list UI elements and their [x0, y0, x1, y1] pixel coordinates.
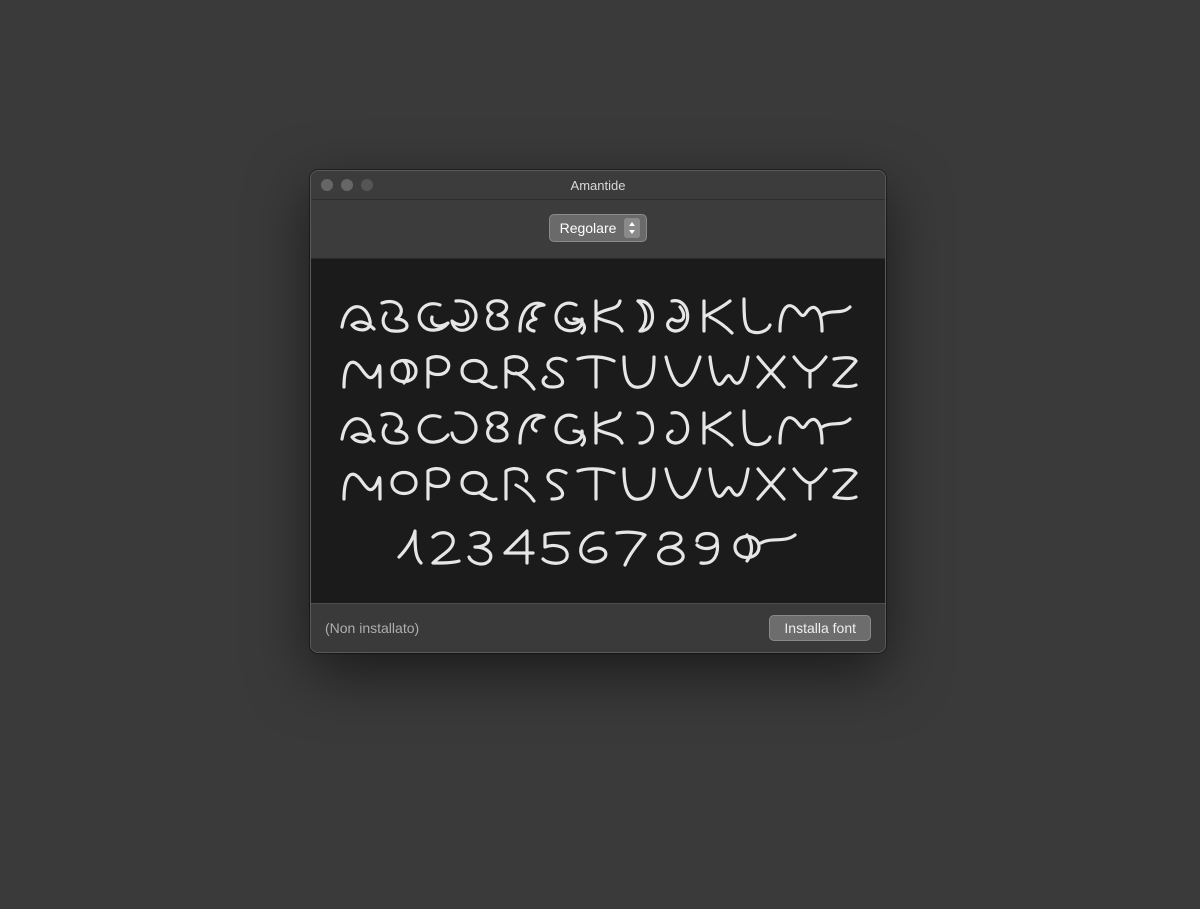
glyph-row-upper-2	[333, 345, 863, 395]
chevron-up-down-icon	[624, 218, 640, 238]
glyph-row-upper-1	[333, 289, 863, 339]
window-title: Amantide	[311, 178, 885, 193]
window-controls	[311, 179, 373, 191]
glyph-row-digits	[333, 521, 863, 571]
titlebar: Amantide	[311, 171, 885, 200]
font-style-select[interactable]: Regolare	[549, 214, 648, 242]
install-font-button[interactable]: Installa font	[769, 615, 871, 641]
close-icon[interactable]	[321, 179, 333, 191]
minimize-icon[interactable]	[341, 179, 353, 191]
glyph-preview	[311, 259, 885, 603]
footer: (Non installato) Installa font	[311, 603, 885, 652]
font-preview-window: Amantide Regolare	[310, 170, 886, 653]
glyph-row-lower-2	[333, 457, 863, 507]
font-style-selected: Regolare	[560, 220, 625, 236]
zoom-icon[interactable]	[361, 179, 373, 191]
glyph-row-lower-1	[333, 401, 863, 451]
toolbar: Regolare	[311, 200, 885, 259]
install-status: (Non installato)	[325, 620, 419, 636]
